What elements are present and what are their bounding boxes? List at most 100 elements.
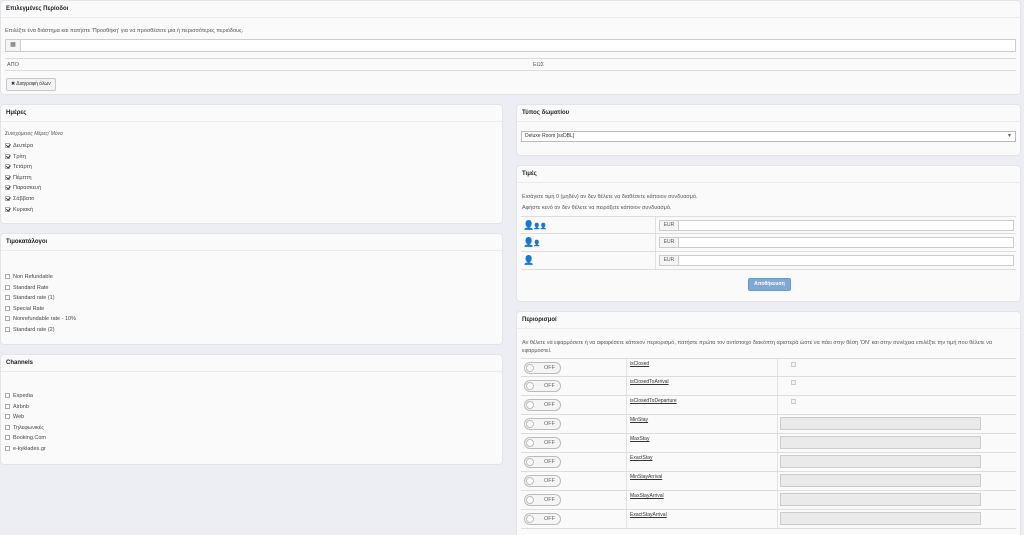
rateplans-item[interactable]: Standard rate (2): [5, 326, 55, 334]
days-checkbox[interactable]: [5, 196, 10, 202]
price-input[interactable]: [678, 237, 1014, 248]
rateplans-item-label: Special Rate: [13, 305, 45, 312]
save-button[interactable]: Αποθήκευση: [748, 278, 791, 291]
restriction-toggle[interactable]: OFF: [524, 437, 561, 449]
restriction-toggle[interactable]: OFF: [524, 513, 561, 525]
price-input[interactable]: [678, 220, 1014, 231]
channels-item[interactable]: Τηλεφωνικές: [5, 424, 44, 432]
days-checkbox[interactable]: [5, 153, 10, 159]
room-type-value: Deluxe Room [sxDBL]: [525, 133, 575, 139]
toggle-knob: [526, 420, 534, 428]
person-icon: 👤👤👤: [523, 220, 547, 230]
calendar-icon[interactable]: ▦: [6, 40, 21, 51]
days-item[interactable]: Δευτέρα: [5, 142, 33, 150]
rateplans-checkbox[interactable]: [5, 284, 10, 290]
price-input[interactable]: [678, 255, 1014, 266]
days-checkbox[interactable]: [5, 206, 10, 212]
rateplans-item[interactable]: Non Refundable: [5, 273, 53, 281]
channels-checkbox[interactable]: [5, 446, 10, 452]
prices-help-2: Αφήστε κενό αν δεν θέλετε να πειράξετε κ…: [522, 205, 672, 211]
channels-checkbox[interactable]: [5, 393, 10, 399]
person-icon: 👤: [523, 255, 534, 265]
rateplans-item[interactable]: Standard rate (1): [5, 294, 55, 302]
days-checkbox[interactable]: [5, 185, 10, 191]
date-range-input[interactable]: ▦: [5, 39, 1016, 52]
rateplans-item[interactable]: Nonrefundable rate - 10%: [5, 315, 76, 323]
restriction-value-input[interactable]: [780, 417, 981, 430]
restrictions-help: Αν θέλετε να εφαρμόσετε ή να αφαιρέσετε …: [522, 340, 993, 354]
channels-item[interactable]: Airbnb: [5, 403, 29, 411]
restriction-name: MaxStay: [630, 436, 650, 442]
channels-item[interactable]: e-kyklades.gr: [5, 445, 46, 453]
restriction-name: MinStay: [630, 417, 649, 423]
toggle-label: OFF: [544, 365, 555, 371]
delete-all-button[interactable]: ✖ Διαγραφή όλων: [6, 78, 56, 91]
restriction-toggle[interactable]: OFF: [524, 399, 561, 411]
rateplans-item[interactable]: Special Rate: [5, 305, 44, 313]
channels-item[interactable]: Booking.Com: [5, 434, 46, 442]
restriction-value-input[interactable]: [780, 474, 981, 487]
restriction-toggle[interactable]: OFF: [524, 362, 561, 374]
days-checkbox[interactable]: [5, 174, 10, 180]
days-checkbox[interactable]: [5, 143, 10, 149]
room-type-select[interactable]: Deluxe Room [sxDBL] ▼: [521, 131, 1016, 142]
rateplans-item[interactable]: Standard Rate: [5, 284, 48, 292]
restriction-row: OFF MinStay: [521, 415, 1016, 434]
rateplans-item-label: Non Refundable: [13, 274, 53, 280]
toggle-knob: [526, 515, 534, 523]
channels-checkbox[interactable]: [5, 414, 10, 420]
channels-item-label: Booking.Com: [13, 435, 47, 442]
restriction-toggle[interactable]: OFF: [524, 418, 561, 430]
days-checkbox[interactable]: [5, 164, 10, 170]
rateplans-checkbox[interactable]: [5, 305, 10, 311]
restriction-checkbox[interactable]: [791, 380, 796, 385]
channels-checkbox[interactable]: [5, 403, 10, 409]
channels-panel: Channels Expedia Airbnb Web Τηλεφωνικές Book…: [0, 354, 503, 465]
days-item-label: Παρασκευή: [13, 185, 42, 192]
days-item[interactable]: Παρασκευή: [5, 184, 41, 192]
days-item[interactable]: Σάββατο: [5, 195, 34, 203]
rateplans-checkbox[interactable]: [5, 316, 10, 322]
restrictions-title: Περιορισμοί: [517, 312, 1020, 329]
channels-checkbox[interactable]: [5, 435, 10, 441]
col-from: ΑΠΟ: [7, 62, 19, 68]
rateplans-checkbox[interactable]: [5, 274, 10, 280]
days-item[interactable]: Τρίτη: [5, 153, 26, 161]
restriction-checkbox[interactable]: [791, 362, 796, 367]
chevron-down-icon: ▼: [1007, 133, 1012, 139]
rateplans-item-label: Nonrefundable rate - 10%: [13, 316, 76, 323]
channels-item[interactable]: Expedia: [5, 392, 33, 400]
restriction-value-input[interactable]: [780, 455, 981, 468]
rateplans-checkbox[interactable]: [5, 295, 10, 301]
roomtype-title: Τύπος δωματίου: [517, 105, 1020, 122]
channels-item-label: Airbnb: [13, 403, 29, 410]
periods-table: ΑΠΟ ΕΩΣ: [5, 58, 1016, 71]
restriction-row: OFF MaxStayArrival: [521, 491, 1016, 510]
rateplans-checkbox[interactable]: [5, 327, 10, 333]
restriction-toggle[interactable]: OFF: [524, 456, 561, 468]
restriction-toggle[interactable]: OFF: [524, 475, 561, 487]
channels-item[interactable]: Web: [5, 413, 24, 421]
periods-title: Επιλεγμένες Περίοδοι: [1, 1, 1020, 18]
channels-item-label: Expedia: [13, 393, 33, 399]
toggle-label: OFF: [544, 516, 555, 522]
restriction-checkbox[interactable]: [791, 399, 796, 404]
restriction-row: OFF isClosedToDeparture: [521, 396, 1016, 415]
restriction-value-input[interactable]: [780, 436, 981, 449]
days-item[interactable]: Τετάρτη: [5, 163, 32, 171]
days-item-label: Σάββατο: [13, 196, 35, 202]
restriction-toggle[interactable]: OFF: [524, 494, 561, 506]
restriction-toggle[interactable]: OFF: [524, 380, 561, 392]
price-row: 👤👤👤 EUR: [521, 216, 1016, 234]
channels-item-label: e-kyklades.gr: [13, 446, 46, 452]
toggle-label: OFF: [544, 497, 555, 503]
prices-help-1: Εισάγετε τιμή 0 (μηδέν) αν δεν θέλετε να…: [522, 194, 698, 200]
toggle-label: OFF: [544, 421, 555, 427]
days-item[interactable]: Πέμπτη: [5, 174, 32, 182]
days-item[interactable]: Κυριακή: [5, 206, 33, 214]
restriction-value-input[interactable]: [780, 512, 981, 525]
restriction-value-input[interactable]: [780, 493, 981, 506]
rateplans-item-label: Standard Rate: [13, 284, 49, 291]
channels-checkbox[interactable]: [5, 424, 10, 430]
rateplans-panel: Τιμοκατάλογοι Non Refundable Standard Rat…: [0, 233, 503, 345]
